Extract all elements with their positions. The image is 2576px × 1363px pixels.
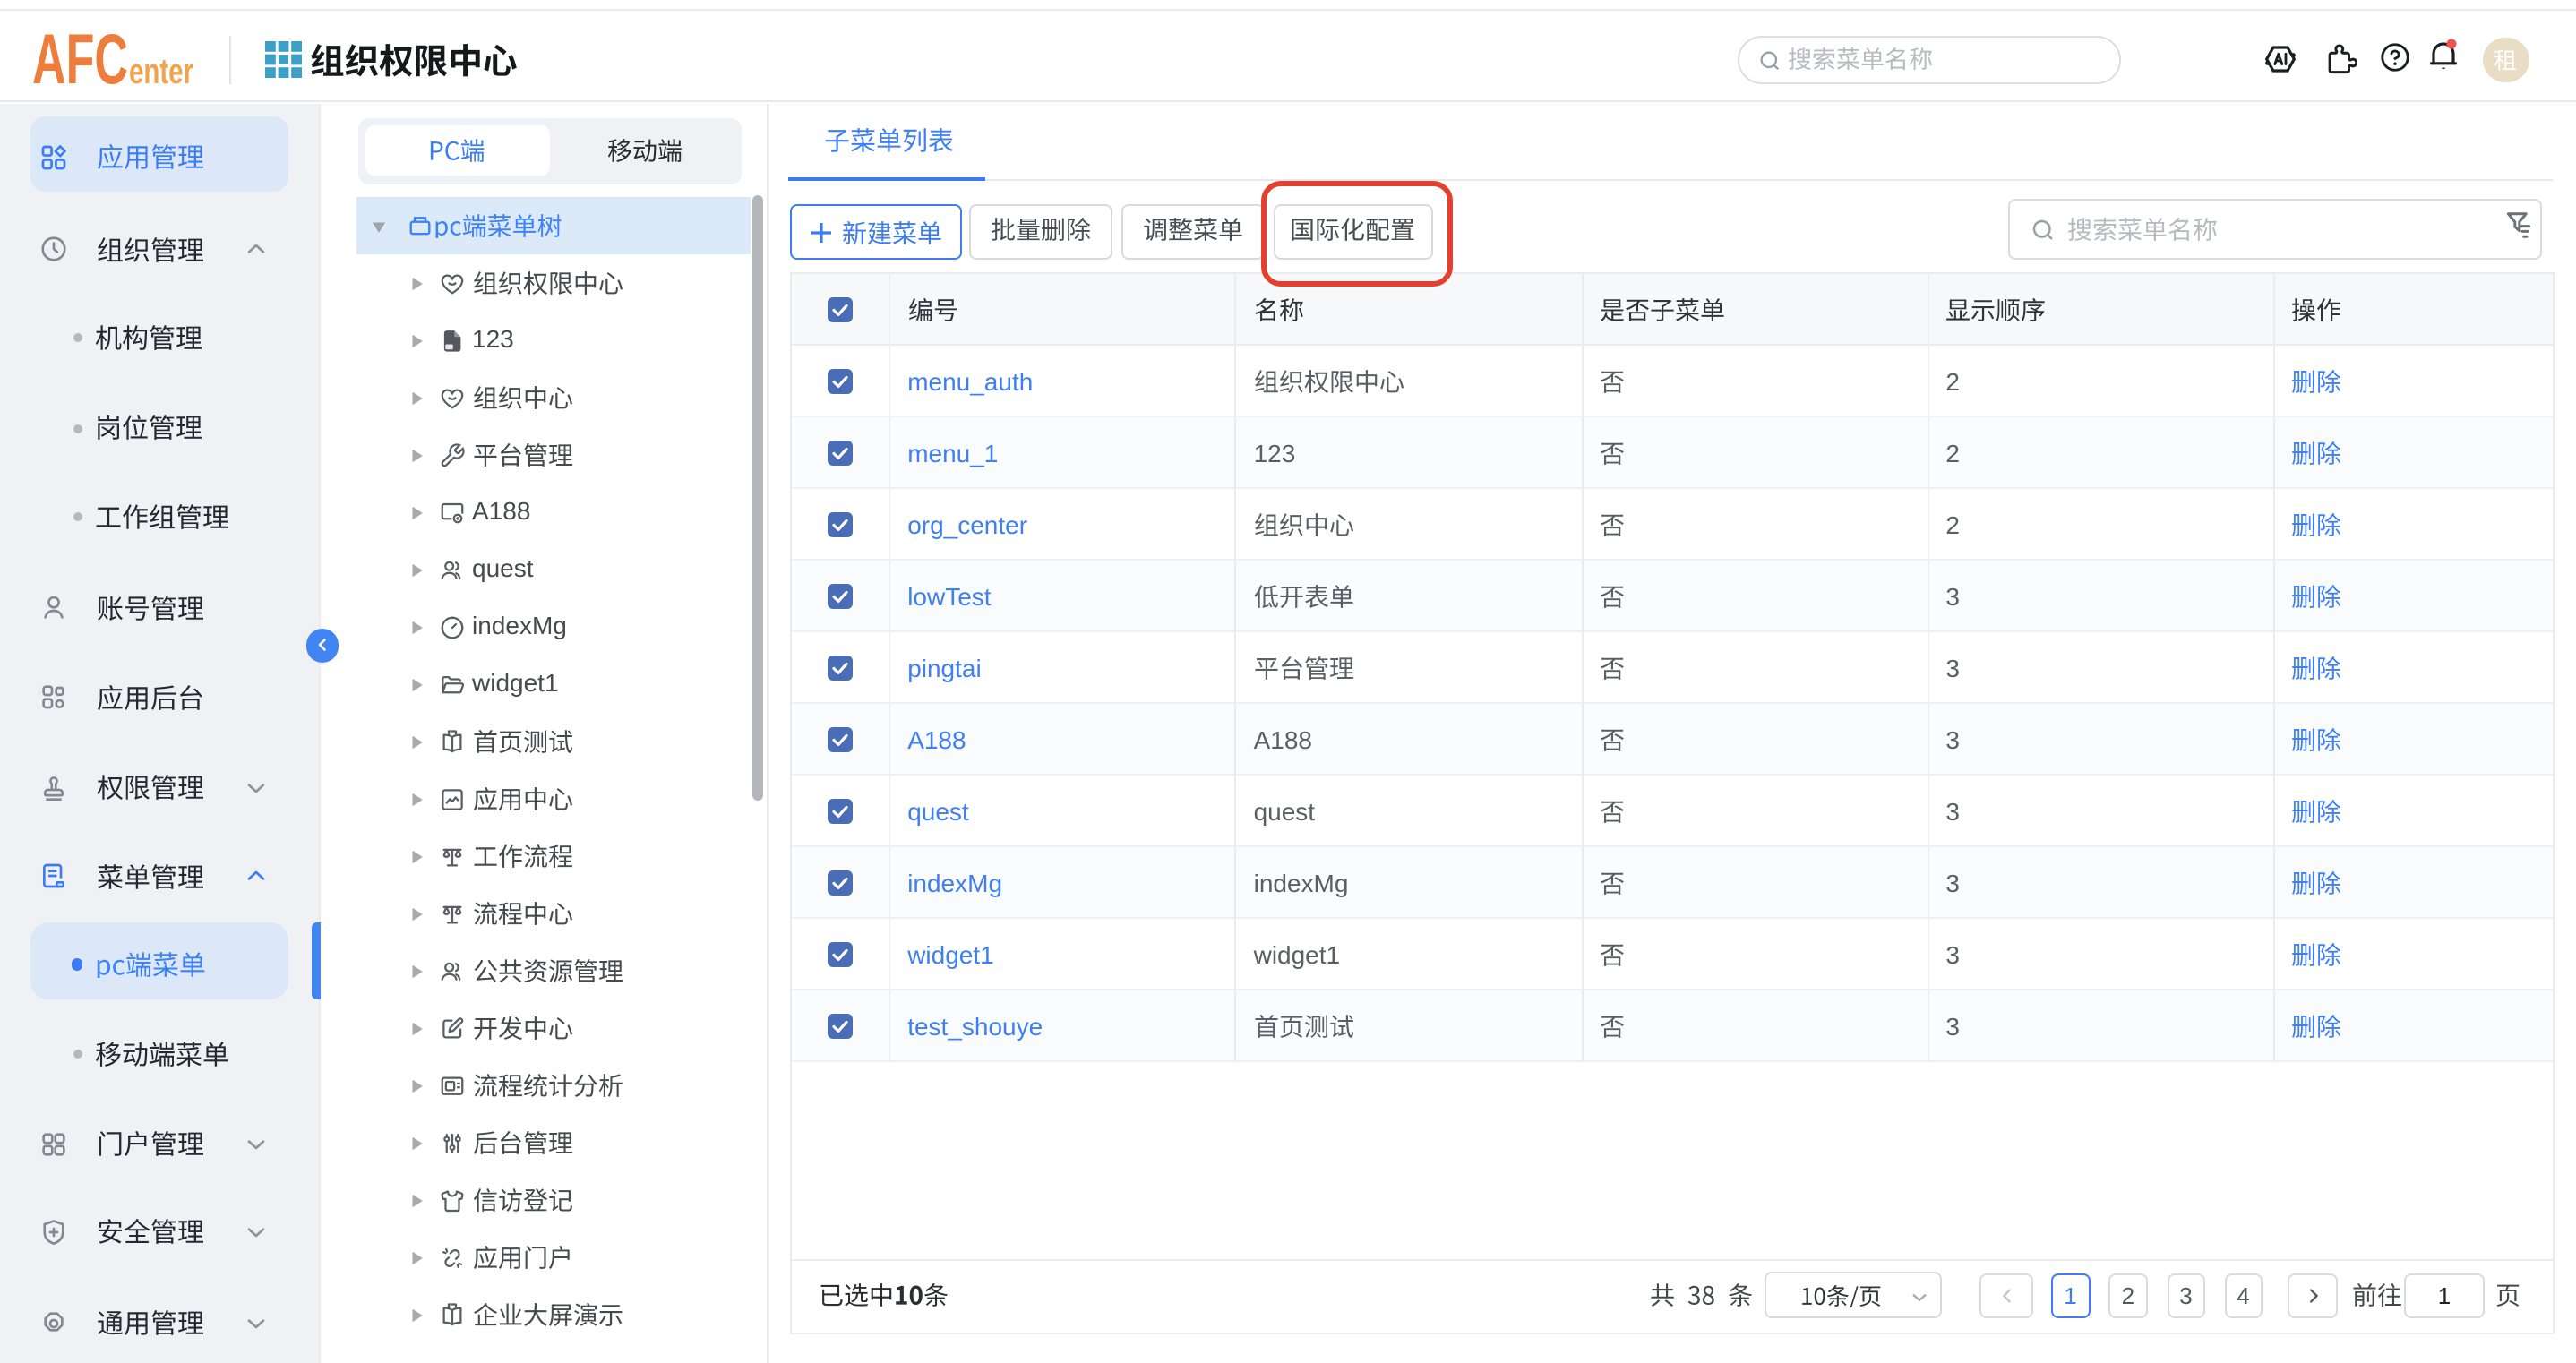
svg-text:AFC: AFC bbox=[32, 32, 128, 97]
svg-text:enter: enter bbox=[129, 52, 193, 91]
